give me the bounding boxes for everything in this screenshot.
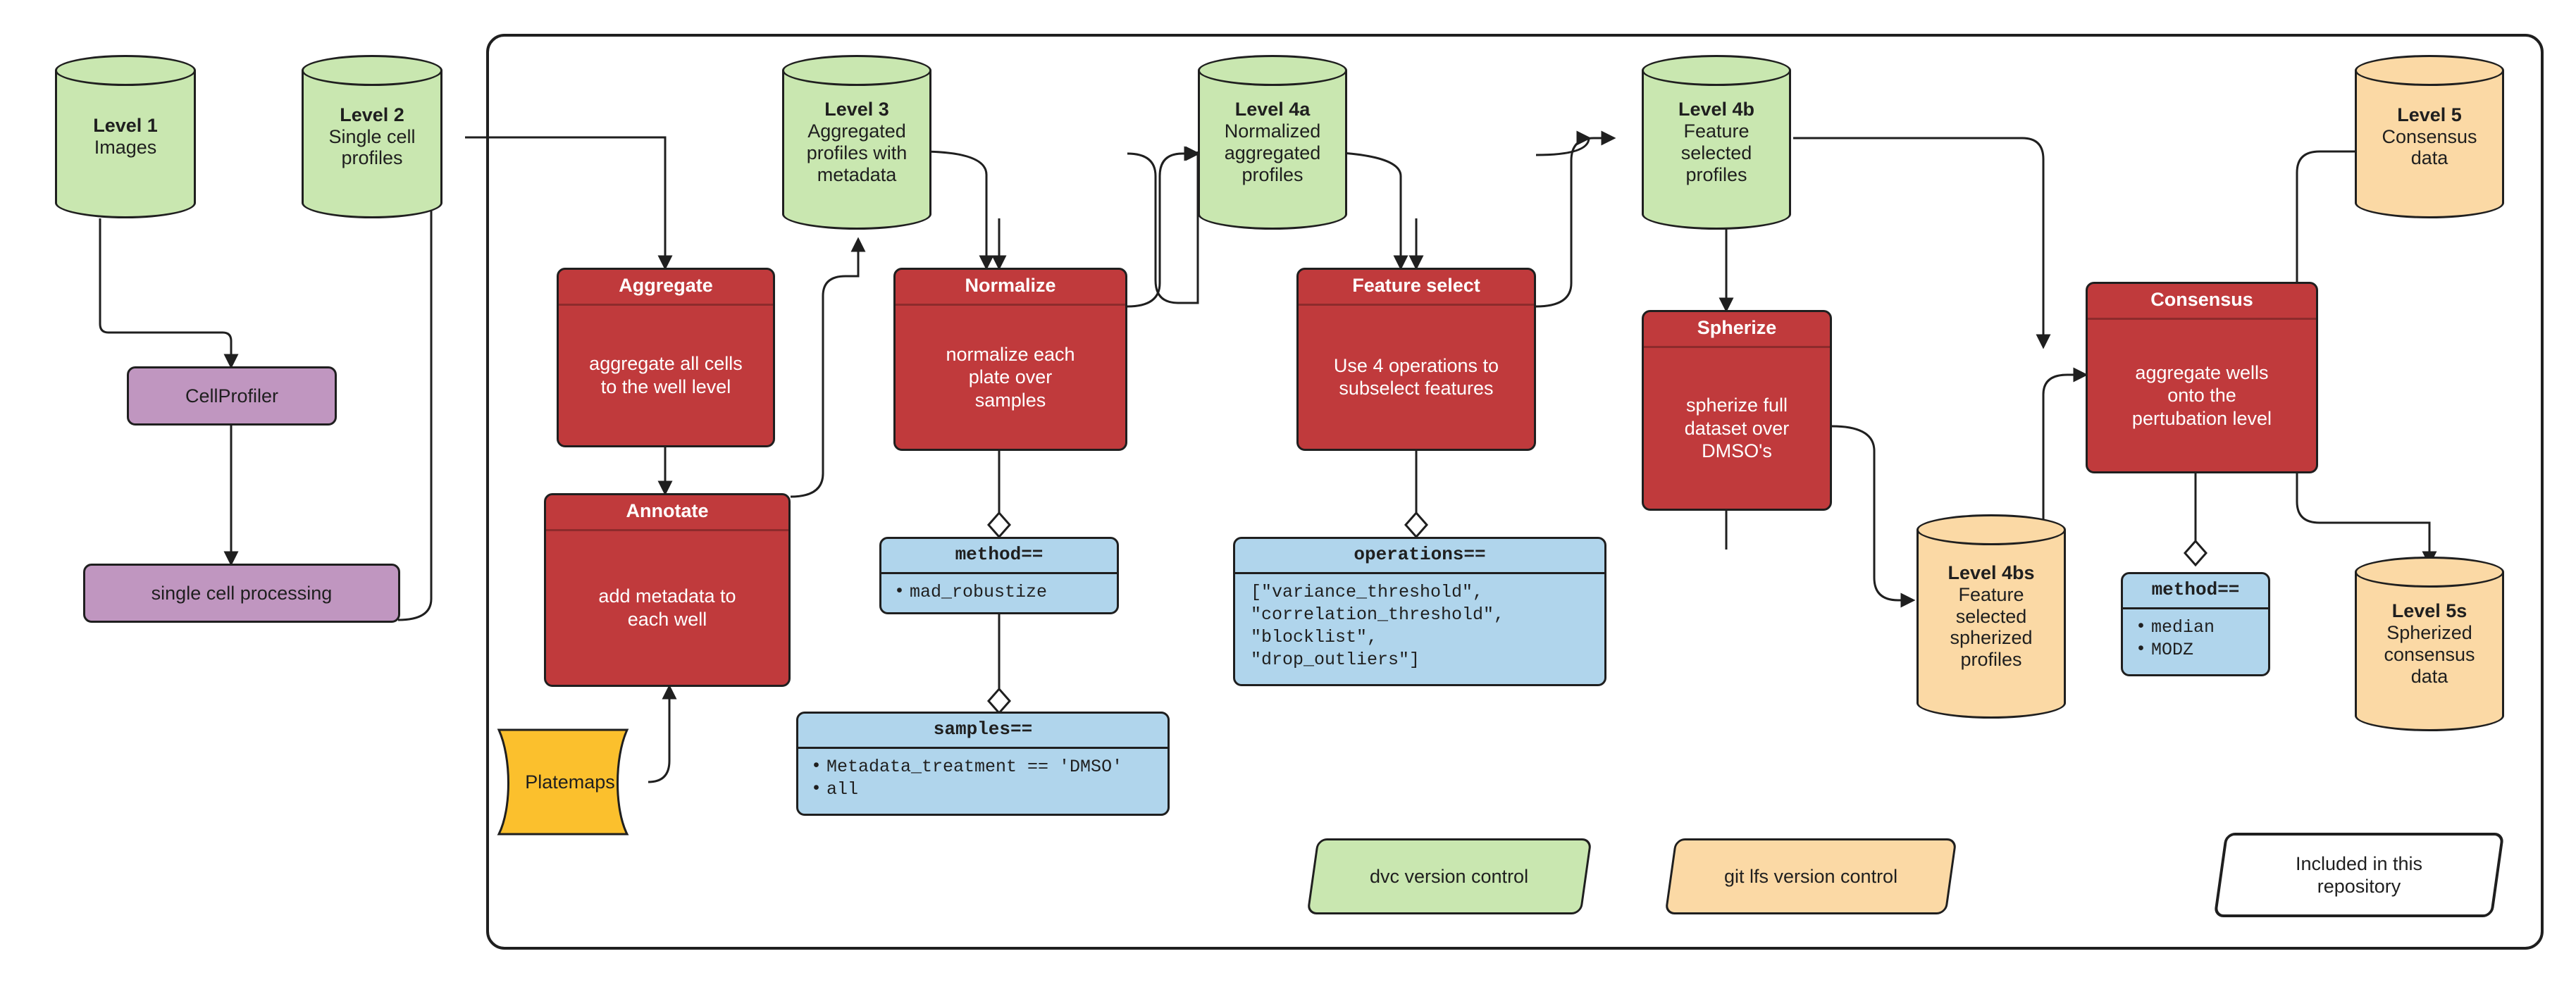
attribute-feature-select-operations[interactable]: operations== ["variance_threshold", "cor… — [1233, 537, 1606, 686]
attribute-consensus-method[interactable]: method== median MODZ — [2121, 572, 2270, 676]
level4b-subtitle: Feature selected profiles — [1680, 120, 1752, 185]
consensus-body: aggregate wells onto the pertubation lev… — [2131, 361, 2272, 429]
list-item: Metadata_treatment == 'DMSO' — [811, 755, 1158, 778]
diagram-canvas: Level 1 Images Level 2 Single cell profi… — [0, 0, 2576, 987]
feature-select-body: Use 4 operations to subselect features — [1333, 354, 1499, 399]
annotate-title: Annotate — [546, 495, 788, 531]
level4b-title: Level 4b — [1678, 99, 1755, 120]
legend-dvc-label: dvc version control — [1370, 865, 1529, 887]
level5-title: Level 5 — [2397, 104, 2462, 125]
level4bs-text: Level 4bs Feature selected spherized pro… — [1916, 514, 2066, 719]
feature-select-title: Feature select — [1299, 270, 1534, 306]
process-aggregate[interactable]: Aggregate aggregate all cells to the wel… — [557, 268, 775, 447]
normalize-method-title: method== — [881, 539, 1117, 574]
data-node-level1[interactable]: Level 1 Images — [55, 55, 196, 218]
data-node-level4a[interactable]: Level 4a Normalized aggregated profiles — [1198, 55, 1347, 230]
legend-git-lfs-label: git lfs version control — [1723, 865, 1898, 887]
level4a-subtitle: Normalized aggregated profiles — [1224, 120, 1321, 185]
level4a-text: Level 4a Normalized aggregated profiles — [1198, 55, 1347, 230]
consensus-method-list: median MODZ — [2133, 616, 2258, 662]
tool-single-cell-processing[interactable]: single cell processing — [83, 564, 400, 623]
level5s-title: Level 5s — [2391, 600, 2467, 622]
level3-title: Level 3 — [824, 99, 889, 120]
level2-text: Level 2 Single cell profiles — [302, 55, 442, 218]
consensus-title: Consensus — [2088, 284, 2316, 320]
data-node-level5[interactable]: Level 5 Consensus data — [2355, 55, 2504, 218]
tool-cellprofiler[interactable]: CellProfiler — [127, 366, 337, 426]
normalize-samples-items: Metadata_treatment == 'DMSO' all — [798, 749, 1168, 814]
process-normalize[interactable]: Normalize normalize each plate over samp… — [893, 268, 1127, 451]
level5s-subtitle: Spherized consensus data — [2384, 622, 2475, 687]
data-node-level2[interactable]: Level 2 Single cell profiles — [302, 55, 442, 218]
spherize-title: Spherize — [1644, 312, 1830, 348]
data-node-level3[interactable]: Level 3 Aggregated profiles with metadat… — [782, 55, 931, 230]
list-item: MODZ — [2136, 638, 2258, 662]
code-line: "correlation_threshold", — [1251, 604, 1505, 625]
level4b-text: Level 4b Feature selected profiles — [1642, 55, 1791, 230]
normalize-samples-list: Metadata_treatment == 'DMSO' all — [808, 755, 1158, 801]
legend-dvc-version-control: dvc version control — [1306, 838, 1592, 914]
level3-text: Level 3 Aggregated profiles with metadat… — [782, 55, 931, 230]
level4a-title: Level 4a — [1234, 99, 1311, 120]
list-item: mad_robustize — [894, 581, 1107, 604]
spherize-body: spherize full dataset over DMSO's — [1684, 395, 1790, 462]
attribute-normalize-samples[interactable]: samples== Metadata_treatment == 'DMSO' a… — [796, 712, 1170, 816]
level5s-text: Level 5s Spherized consensus data — [2355, 557, 2504, 731]
level4bs-title: Level 4bs — [1948, 562, 2035, 584]
aggregate-body: aggregate all cells to the well level — [589, 353, 743, 397]
legend-git-lfs-version-control: git lfs version control — [1664, 838, 1957, 914]
platemaps-label: Platemaps — [525, 771, 615, 793]
normalize-samples-title: samples== — [798, 714, 1168, 749]
code-line: ["variance_threshold", — [1251, 581, 1484, 602]
level5-text: Level 5 Consensus data — [2355, 55, 2504, 218]
normalize-method-list: mad_robustize — [891, 581, 1107, 604]
feature-select-operations-title: operations== — [1235, 539, 1604, 574]
level5-subtitle: Consensus data — [2382, 125, 2477, 169]
data-node-level4b[interactable]: Level 4b Feature selected profiles — [1642, 55, 1791, 230]
data-node-level4bs[interactable]: Level 4bs Feature selected spherized pro… — [1916, 514, 2066, 719]
list-item: all — [811, 778, 1158, 801]
legend-repository-label: Included in this repository — [2295, 852, 2423, 897]
code-line: "drop_outliers"] — [1251, 649, 1420, 670]
process-spherize[interactable]: Spherize spherize full dataset over DMSO… — [1642, 310, 1832, 511]
normalize-body: normalize each plate over samples — [946, 343, 1075, 411]
level4bs-subtitle: Feature selected spherized profiles — [1950, 583, 2033, 671]
normalize-title: Normalize — [896, 270, 1125, 306]
level2-title: Level 2 — [340, 104, 404, 125]
level3-subtitle: Aggregated profiles with metadata — [806, 120, 908, 185]
level2-subtitle: Single cell profiles — [328, 125, 416, 169]
aggregate-title: Aggregate — [559, 270, 773, 306]
level1-subtitle: Images — [94, 137, 157, 158]
level1-title: Level 1 — [93, 115, 158, 137]
process-consensus[interactable]: Consensus aggregate wells onto the pertu… — [2086, 282, 2318, 473]
process-feature-select[interactable]: Feature select Use 4 operations to subse… — [1296, 268, 1536, 451]
platemaps-node[interactable]: Platemaps — [493, 726, 647, 838]
normalize-method-items: mad_robustize — [881, 574, 1117, 612]
single-cell-processing-label: single cell processing — [151, 582, 333, 604]
level1-text: Level 1 Images — [55, 55, 196, 218]
annotate-body: add metadata to each well — [598, 585, 736, 630]
consensus-method-title: method== — [2123, 574, 2268, 609]
code-line: "blocklist", — [1251, 626, 1378, 647]
cellprofiler-label: CellProfiler — [185, 385, 279, 406]
feature-select-operations-lines: ["variance_threshold", "correlation_thre… — [1235, 574, 1604, 684]
legend-included-in-repository: Included in this repository — [2213, 833, 2505, 917]
consensus-method-items: median MODZ — [2123, 609, 2268, 674]
attribute-normalize-method[interactable]: method== mad_robustize — [879, 537, 1119, 614]
list-item: median — [2136, 616, 2258, 639]
data-node-level5s[interactable]: Level 5s Spherized consensus data — [2355, 557, 2504, 731]
process-annotate[interactable]: Annotate add metadata to each well — [544, 493, 791, 687]
